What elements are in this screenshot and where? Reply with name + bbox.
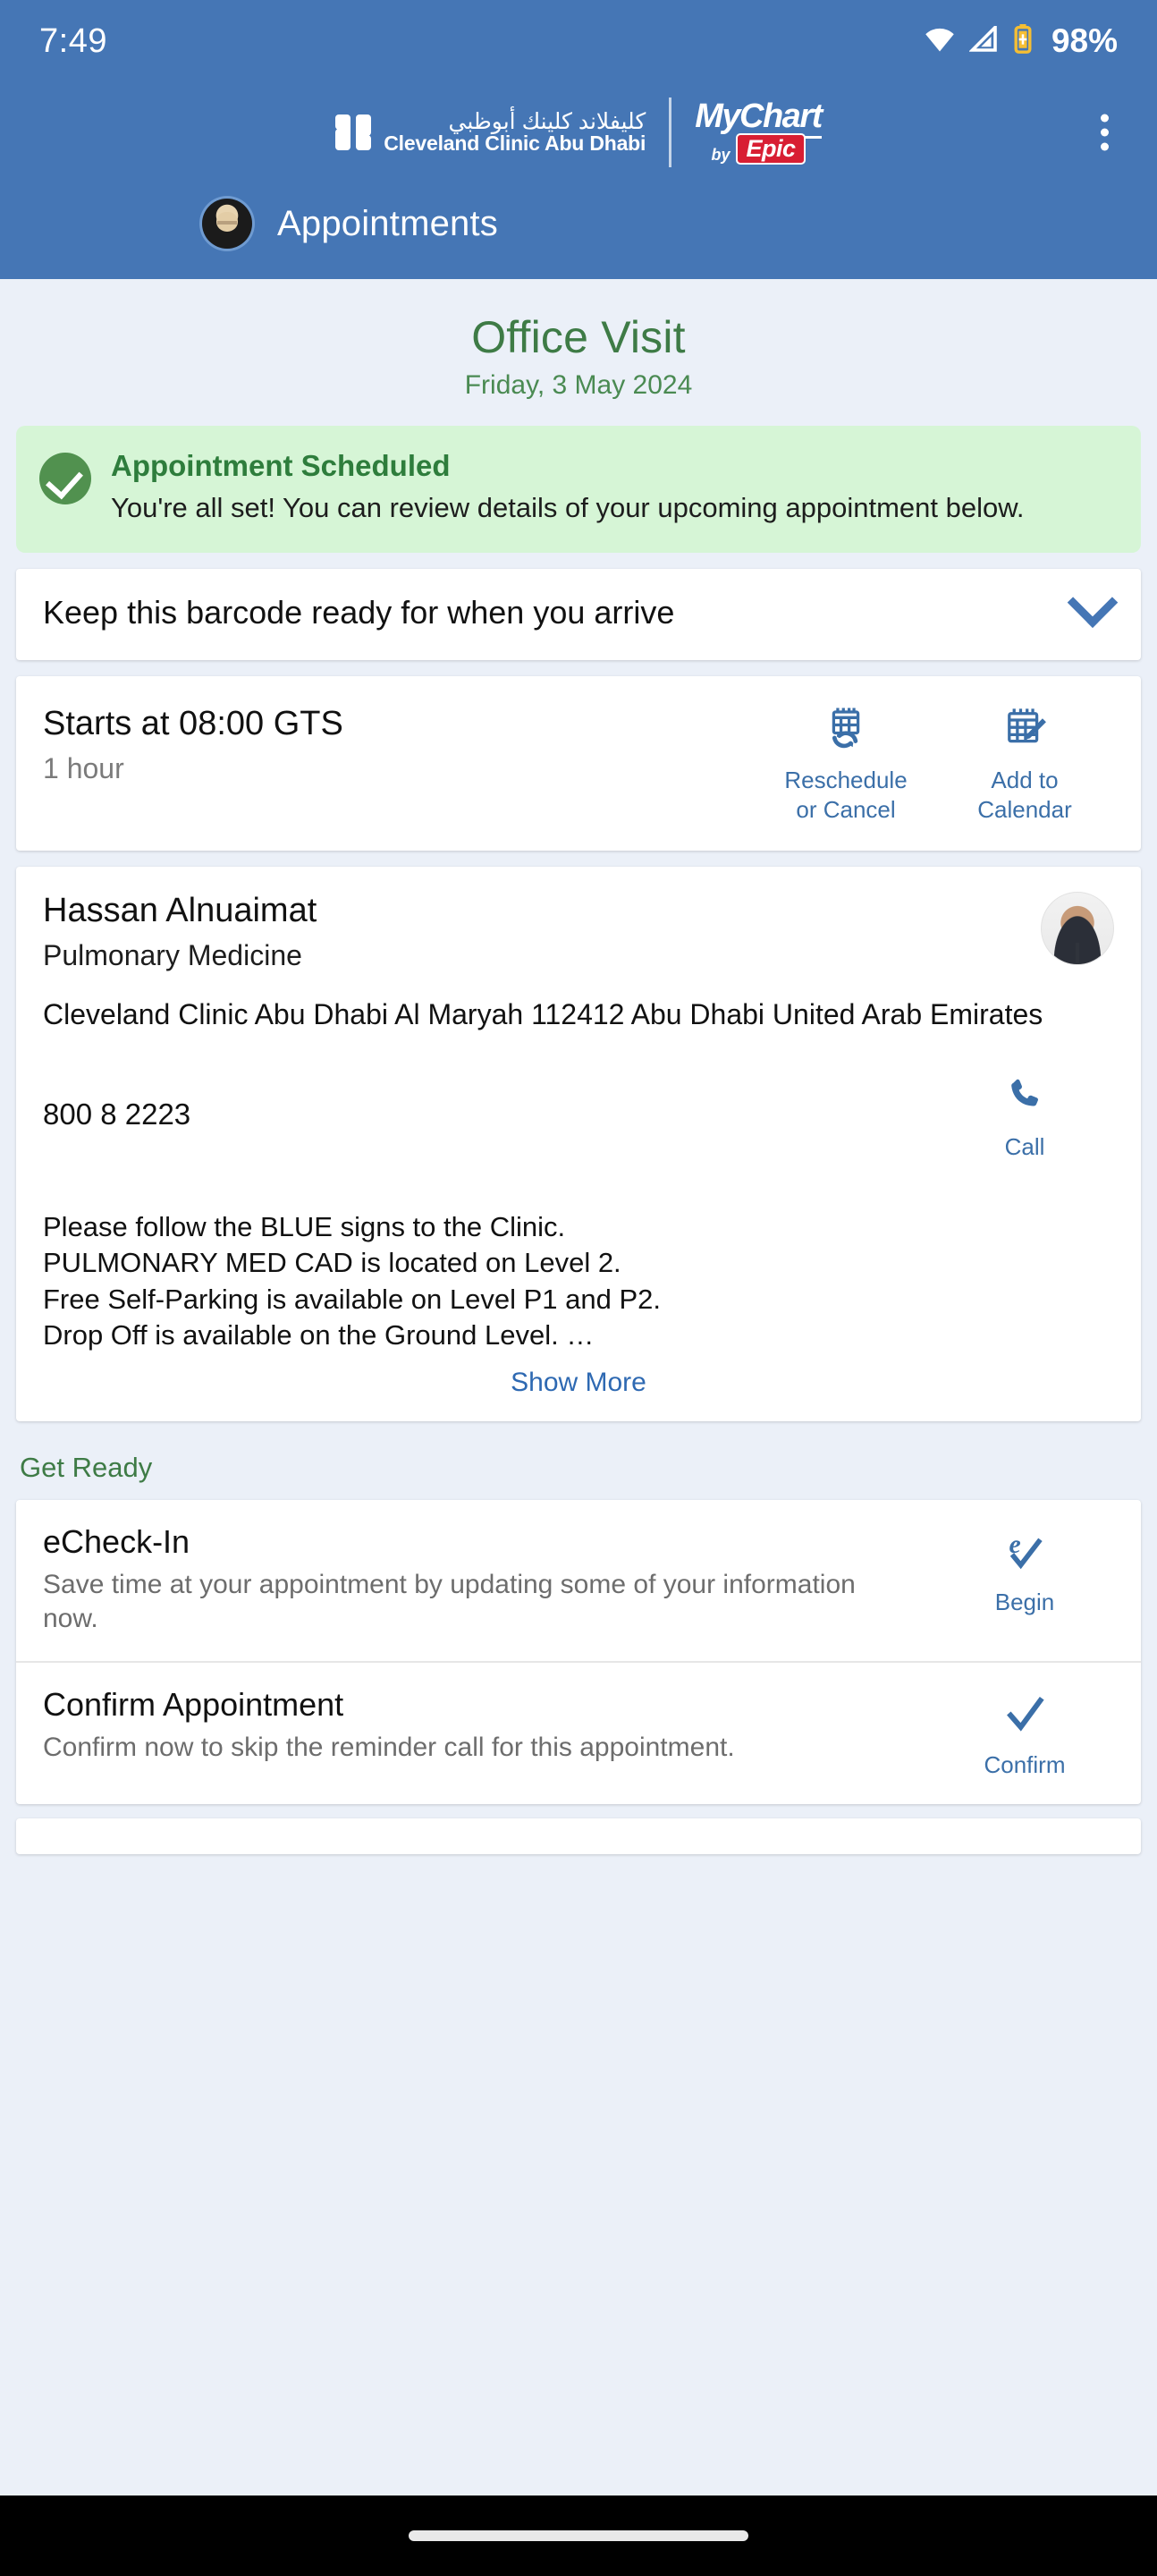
show-more-button[interactable]: Show More (16, 1353, 1141, 1421)
visit-date: Friday, 3 May 2024 (464, 370, 693, 400)
reschedule-or-cancel-label: Reschedule or Cancel (784, 767, 908, 823)
confirm-subtitle: Confirm now to skip the reminder call fo… (43, 1732, 735, 1762)
mychart-wordmark: MyChart (695, 97, 823, 139)
system-nav-bar (0, 2496, 1157, 2576)
page-title: Appointments (277, 203, 498, 243)
confirm-appointment-row[interactable]: Confirm Appointment Confirm now to skip … (16, 1663, 1141, 1805)
call-button[interactable]: Call (935, 1068, 1114, 1162)
appointment-status-banner: Appointment Scheduled You're all set! Yo… (16, 426, 1141, 553)
time-row: Starts at 08:00 GTS 1 hour Reschedule or… (16, 676, 1141, 851)
epic-logo: Epic (736, 132, 806, 165)
begin-button[interactable]: e Begin (935, 1523, 1114, 1617)
signal-icon (968, 22, 1000, 57)
confirm-button[interactable]: Confirm (935, 1686, 1114, 1780)
provider-address: Cleveland Clinic Abu Dhabi Al Maryah 112… (43, 998, 1043, 1031)
echeckin-text: eCheck-In Save time at your appointment … (43, 1523, 935, 1636)
overflow-menu-icon[interactable] (1094, 107, 1116, 158)
mychart-by-epic: by Epic (711, 132, 806, 165)
calendar-add-icon (999, 701, 1051, 757)
confirm-title: Confirm Appointment (43, 1685, 344, 1723)
banner-title: Appointment Scheduled (111, 449, 451, 482)
time-info: Starts at 08:00 GTS 1 hour (43, 701, 756, 785)
duration: 1 hour (43, 752, 124, 785)
avatar[interactable] (202, 199, 252, 249)
check-circle-icon (39, 453, 91, 504)
content-scroll: Office Visit Friday, 3 May 2024 Appointm… (0, 279, 1157, 1855)
checkmark-icon (1000, 1686, 1050, 1741)
status-indicators: 98% (923, 22, 1118, 60)
cleveland-clinic-logo: كليفلاند كلينك أبوظبي Cleveland Clinic A… (335, 108, 646, 156)
home-indicator[interactable] (409, 2530, 748, 2541)
appointment-time-card: Starts at 08:00 GTS 1 hour Reschedule or… (16, 676, 1141, 852)
barcode-row[interactable]: Keep this barcode ready for when you arr… (16, 569, 1141, 661)
app-header: كليفلاند كلينك أبوظبي Cleveland Clinic A… (0, 82, 1157, 279)
phone-icon (1004, 1068, 1045, 1123)
wifi-icon (923, 26, 957, 57)
visit-type-title: Office Visit (471, 312, 686, 362)
status-time: 7:49 (39, 21, 107, 60)
call-label: Call (1004, 1132, 1045, 1160)
confirm-text: Confirm Appointment Confirm now to skip … (43, 1686, 935, 1765)
barcode-label: Keep this barcode ready for when you arr… (43, 593, 675, 631)
barcode-card[interactable]: Keep this barcode ready for when you arr… (16, 568, 1141, 661)
confirm-label: Confirm (984, 1750, 1066, 1778)
next-card-partial[interactable] (16, 1818, 1141, 1855)
chevron-down-icon[interactable] (1067, 577, 1119, 628)
patient-header-row[interactable]: Appointments (0, 182, 1157, 279)
echeckin-row[interactable]: eCheck-In Save time at your appointment … (16, 1500, 1141, 1661)
provider-name: Hassan Alnuaimat (43, 892, 317, 930)
phone-number: 800 8 2223 (43, 1097, 191, 1131)
clinic-name-english: Cleveland Clinic Abu Dhabi (384, 131, 646, 156)
reschedule-or-cancel-button[interactable]: Reschedule or Cancel (756, 701, 935, 824)
provider-header: Hassan Alnuaimat Pulmonary Medicine (16, 867, 1141, 972)
cleveland-clinic-wordmark: كليفلاند كلينك أبوظبي Cleveland Clinic A… (384, 108, 646, 156)
add-to-calendar-button[interactable]: Add to Calendar (935, 701, 1114, 824)
appointment-instructions: Please follow the BLUE signs to the Clin… (43, 1211, 662, 1352)
banner-text: You're all set! You can review details o… (111, 491, 1025, 523)
brand-divider (669, 97, 672, 167)
calendar-refresh-icon (820, 701, 872, 757)
begin-label: Begin (994, 1589, 1055, 1616)
get-ready-heading: Get Ready (20, 1452, 153, 1484)
echeckin-title: eCheck-In (43, 1523, 190, 1561)
mychart-logo: MyChart by Epic (695, 97, 823, 165)
provider-specialty: Pulmonary Medicine (43, 939, 302, 972)
echeckin-icon: e (1000, 1523, 1050, 1579)
by-label: by (711, 146, 731, 165)
start-time: Starts at 08:00 GTS (43, 705, 343, 743)
provider-card: Hassan Alnuaimat Pulmonary Medicine Clev… (16, 867, 1141, 1422)
status-bar: 7:49 98% (0, 0, 1157, 82)
clinic-name-arabic: كليفلاند كلينك أبوظبي (448, 108, 646, 134)
brand-row: كليفلاند كلينك أبوظبي Cleveland Clinic A… (0, 82, 1157, 182)
phone-row: 800 8 2223 Call (16, 1034, 1141, 1178)
battery-percentage: 98% (1051, 22, 1118, 59)
get-ready-card: eCheck-In Save time at your appointment … (16, 1500, 1141, 1805)
cleveland-clinic-mark-icon (335, 114, 372, 150)
provider-photo (1041, 892, 1114, 966)
battery-charging-icon (1012, 23, 1034, 59)
provider-names: Hassan Alnuaimat Pulmonary Medicine (43, 892, 1041, 972)
add-to-calendar-label: Add to Calendar (977, 767, 1072, 823)
echeckin-subtitle: Save time at your appointment by updatin… (43, 1570, 856, 1634)
phone-screen: 7:49 98% كليفلاند كلينك أبوظبي Cleveland… (0, 0, 1157, 2576)
